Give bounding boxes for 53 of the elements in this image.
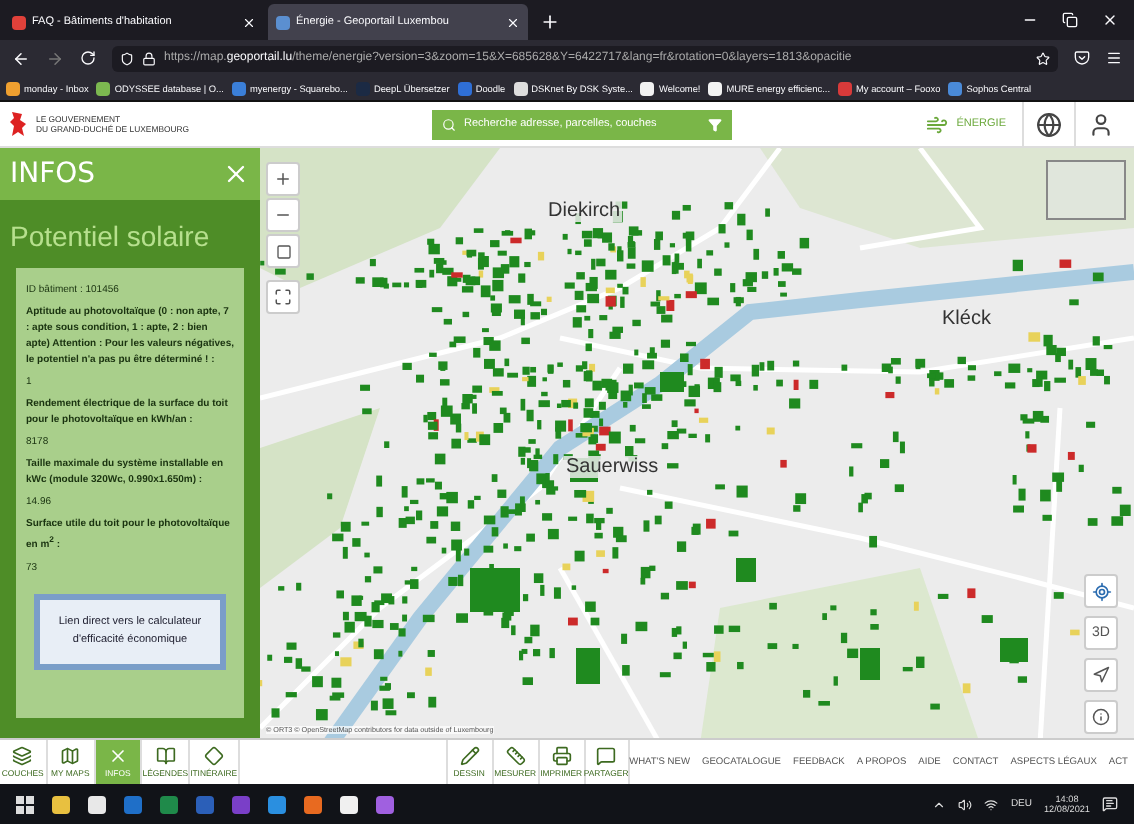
shield-icon — [120, 51, 134, 65]
menu-icon[interactable] — [1106, 50, 1122, 66]
fullscreen-button[interactable] — [266, 280, 300, 314]
place-label: Sauerwiss — [564, 456, 661, 478]
arrow-icon — [1092, 666, 1110, 684]
country-outline-button[interactable] — [266, 234, 300, 268]
bookmark-star-icon[interactable] — [1036, 51, 1050, 65]
info-button[interactable] — [1084, 700, 1118, 734]
book-icon — [155, 746, 176, 766]
overview-minimap[interactable] — [1046, 160, 1126, 220]
forward-icon[interactable] — [46, 49, 64, 67]
close-icon — [107, 746, 128, 766]
diamond-icon — [203, 746, 224, 766]
zoom-in-button[interactable] — [266, 162, 300, 196]
taskbar-app-icon[interactable] — [340, 795, 358, 813]
user-icon — [1088, 111, 1114, 137]
new-tab-icon[interactable] — [540, 12, 560, 32]
close-icon — [506, 15, 520, 29]
ruler-icon — [505, 746, 526, 766]
notifications-icon[interactable] — [1102, 796, 1118, 812]
place-label: Kléck — [940, 308, 993, 330]
close-icon[interactable] — [1102, 12, 1118, 28]
pocket-icon[interactable] — [1074, 50, 1090, 66]
globe-icon — [1036, 111, 1062, 137]
panel-heading: Potentiel solaire — [10, 220, 212, 252]
locate-button[interactable] — [1084, 574, 1118, 608]
lock-icon — [142, 51, 156, 65]
zoom-out-button[interactable] — [266, 198, 300, 232]
outline-icon — [275, 243, 291, 259]
panel-title: INFOS — [10, 158, 96, 190]
layers-icon — [12, 746, 33, 766]
restore-icon[interactable] — [1062, 12, 1078, 28]
speaker-icon[interactable] — [958, 797, 973, 811]
tray-chevron-icon[interactable] — [932, 797, 947, 811]
start-icon[interactable] — [16, 795, 34, 813]
taskbar-app-icon[interactable] — [88, 795, 106, 813]
reload-icon[interactable] — [80, 50, 96, 66]
map-icon — [60, 746, 81, 766]
network-icon[interactable] — [984, 797, 999, 811]
search-icon — [442, 117, 456, 131]
taskbar-app-icon[interactable] — [304, 795, 322, 813]
plus-icon — [274, 170, 292, 188]
taskbar-app-icon[interactable] — [52, 795, 70, 813]
navigate-button[interactable] — [1084, 658, 1118, 692]
info-icon — [1092, 708, 1110, 726]
fullscreen-icon — [274, 288, 292, 306]
chat-bubble-icon — [596, 746, 617, 766]
crosshair-icon — [1091, 581, 1111, 601]
back-icon[interactable] — [12, 49, 30, 67]
printer-icon — [551, 746, 572, 766]
close-icon — [242, 15, 256, 29]
pencil-icon — [459, 746, 480, 766]
place-label: Diekirch — [546, 200, 623, 222]
